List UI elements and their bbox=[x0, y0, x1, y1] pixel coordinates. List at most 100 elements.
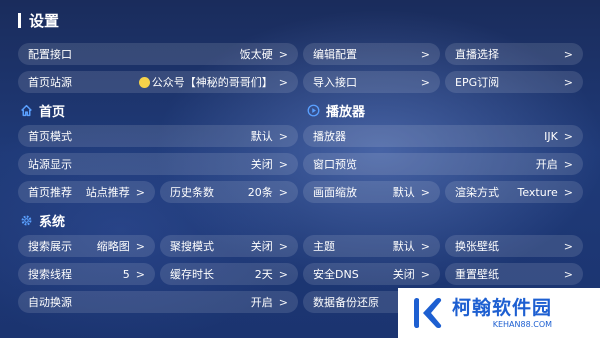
chevron-right-icon: > bbox=[563, 47, 573, 61]
section-player: 播放器 bbox=[307, 101, 365, 120]
home-source-row[interactable]: 首页站源 公众号【神秘的哥哥们】 > bbox=[18, 71, 298, 93]
auto-switch-source-row[interactable]: 自动换源 开启 > bbox=[18, 291, 298, 313]
title-accent-bar bbox=[18, 13, 21, 28]
section-home: 首页 bbox=[20, 101, 65, 120]
chevron-right-icon: > bbox=[563, 75, 573, 89]
section-system: 系统 bbox=[20, 211, 65, 230]
chevron-right-icon: > bbox=[420, 267, 430, 281]
watermark-name: 柯翰软件园 bbox=[452, 297, 553, 319]
row-value: Texture bbox=[517, 185, 558, 199]
epg-subscribe-row[interactable]: EPG订阅 > bbox=[445, 71, 583, 93]
row-label: 重置壁纸 bbox=[455, 268, 499, 281]
chevron-right-icon: > bbox=[135, 185, 145, 199]
row-label: 播放器 bbox=[313, 130, 346, 143]
row-label: 窗口预览 bbox=[313, 158, 357, 171]
chevron-right-icon: > bbox=[278, 75, 288, 89]
theme-row[interactable]: 主题 默认 > bbox=[303, 235, 440, 257]
row-value: 开启 bbox=[535, 158, 558, 171]
chevron-right-icon: > bbox=[563, 267, 573, 281]
import-port-row[interactable]: 导入接口 > bbox=[303, 71, 440, 93]
change-wallpaper-row[interactable]: 换张壁纸 > bbox=[445, 235, 583, 257]
row-value: 2天 bbox=[254, 268, 273, 281]
row-value: 缩略图 bbox=[96, 240, 130, 253]
live-select-row[interactable]: 直播选择 > bbox=[445, 43, 583, 65]
row-value: 5 bbox=[122, 267, 130, 281]
window-preview-row[interactable]: 窗口预览 开启 > bbox=[303, 153, 583, 175]
row-value: 默认 bbox=[392, 240, 415, 253]
kehan-logo-icon bbox=[414, 297, 442, 329]
row-label: 编辑配置 bbox=[313, 48, 357, 61]
row-value: 关闭 bbox=[250, 158, 273, 171]
home-recommend-row[interactable]: 首页推荐 站点推荐 > bbox=[18, 181, 155, 203]
row-value: 关闭 bbox=[392, 268, 415, 281]
row-label: 自动换源 bbox=[28, 296, 72, 309]
row-label: 主题 bbox=[313, 240, 335, 253]
cache-duration-row[interactable]: 缓存时长 2天 > bbox=[160, 263, 298, 285]
chevron-right-icon: > bbox=[420, 239, 430, 253]
row-label: 首页推荐 bbox=[28, 186, 72, 199]
chevron-right-icon: > bbox=[278, 129, 288, 143]
chevron-right-icon: > bbox=[420, 47, 430, 61]
row-value: 20条 bbox=[247, 186, 273, 199]
row-label: 画面缩放 bbox=[313, 186, 357, 199]
row-label: 数据备份还原 bbox=[313, 296, 379, 309]
row-label: 搜索展示 bbox=[28, 240, 72, 253]
emoji-coin-icon bbox=[138, 76, 150, 88]
row-label: 缓存时长 bbox=[170, 268, 214, 281]
row-label: 安全DNS bbox=[313, 268, 359, 281]
row-label: 站源显示 bbox=[28, 158, 72, 171]
row-label: 首页模式 bbox=[28, 130, 72, 143]
section-player-label: 播放器 bbox=[326, 105, 366, 120]
row-label: 导入接口 bbox=[313, 76, 357, 89]
chevron-right-icon: > bbox=[420, 185, 430, 199]
row-label: 渲染方式 bbox=[455, 186, 499, 199]
row-label: 配置接口 bbox=[28, 48, 72, 61]
image-zoom-row[interactable]: 画面缩放 默认 > bbox=[303, 181, 440, 203]
row-value: 站点推荐 bbox=[85, 186, 130, 199]
chevron-right-icon: > bbox=[278, 185, 288, 199]
home-icon bbox=[20, 104, 33, 117]
gear-icon bbox=[20, 214, 33, 227]
history-count-row[interactable]: 历史条数 20条 > bbox=[160, 181, 298, 203]
aggregate-search-row[interactable]: 聚搜模式 关闭 > bbox=[160, 235, 298, 257]
site-display-row[interactable]: 站源显示 关闭 > bbox=[18, 153, 298, 175]
edit-config-row[interactable]: 编辑配置 > bbox=[303, 43, 440, 65]
chevron-right-icon: > bbox=[563, 239, 573, 253]
row-label: 历史条数 bbox=[170, 186, 214, 199]
row-value: 公众号【神秘的哥哥们】 bbox=[151, 76, 273, 89]
player-row[interactable]: 播放器 IJK > bbox=[303, 125, 583, 147]
row-label: 直播选择 bbox=[455, 48, 499, 61]
secure-dns-row[interactable]: 安全DNS 关闭 > bbox=[303, 263, 440, 285]
chevron-right-icon: > bbox=[278, 295, 288, 309]
play-circle-icon bbox=[307, 104, 320, 117]
search-threads-row[interactable]: 搜索线程 5 > bbox=[18, 263, 155, 285]
chevron-right-icon: > bbox=[563, 185, 573, 199]
row-value: 关闭 bbox=[250, 240, 273, 253]
chevron-right-icon: > bbox=[563, 157, 573, 171]
section-system-label: 系统 bbox=[39, 215, 66, 230]
row-value: IJK bbox=[544, 129, 558, 143]
site-watermark: 柯翰软件园 KEHAN88.COM bbox=[398, 288, 600, 338]
chevron-right-icon: > bbox=[278, 157, 288, 171]
row-label: 聚搜模式 bbox=[170, 240, 214, 253]
config-port-row[interactable]: 配置接口 饭太硬 > bbox=[18, 43, 298, 65]
section-home-label: 首页 bbox=[39, 105, 66, 120]
render-mode-row[interactable]: 渲染方式 Texture > bbox=[445, 181, 583, 203]
row-value: 默认 bbox=[392, 186, 415, 199]
chevron-right-icon: > bbox=[135, 267, 145, 281]
row-label: EPG订阅 bbox=[455, 76, 500, 89]
chevron-right-icon: > bbox=[563, 129, 573, 143]
home-mode-row[interactable]: 首页模式 默认 > bbox=[18, 125, 298, 147]
search-display-row[interactable]: 搜索展示 缩略图 > bbox=[18, 235, 155, 257]
chevron-right-icon: > bbox=[420, 75, 430, 89]
reset-wallpaper-row[interactable]: 重置壁纸 > bbox=[445, 263, 583, 285]
row-label: 首页站源 bbox=[28, 76, 72, 89]
chevron-right-icon: > bbox=[278, 267, 288, 281]
row-value: 默认 bbox=[250, 130, 273, 143]
chevron-right-icon: > bbox=[278, 47, 288, 61]
watermark-url: KEHAN88.COM bbox=[492, 320, 553, 329]
row-value: 饭太硬 bbox=[239, 48, 273, 61]
row-label: 换张壁纸 bbox=[455, 240, 499, 253]
row-label: 搜索线程 bbox=[28, 268, 72, 281]
row-value: 开启 bbox=[250, 296, 273, 309]
